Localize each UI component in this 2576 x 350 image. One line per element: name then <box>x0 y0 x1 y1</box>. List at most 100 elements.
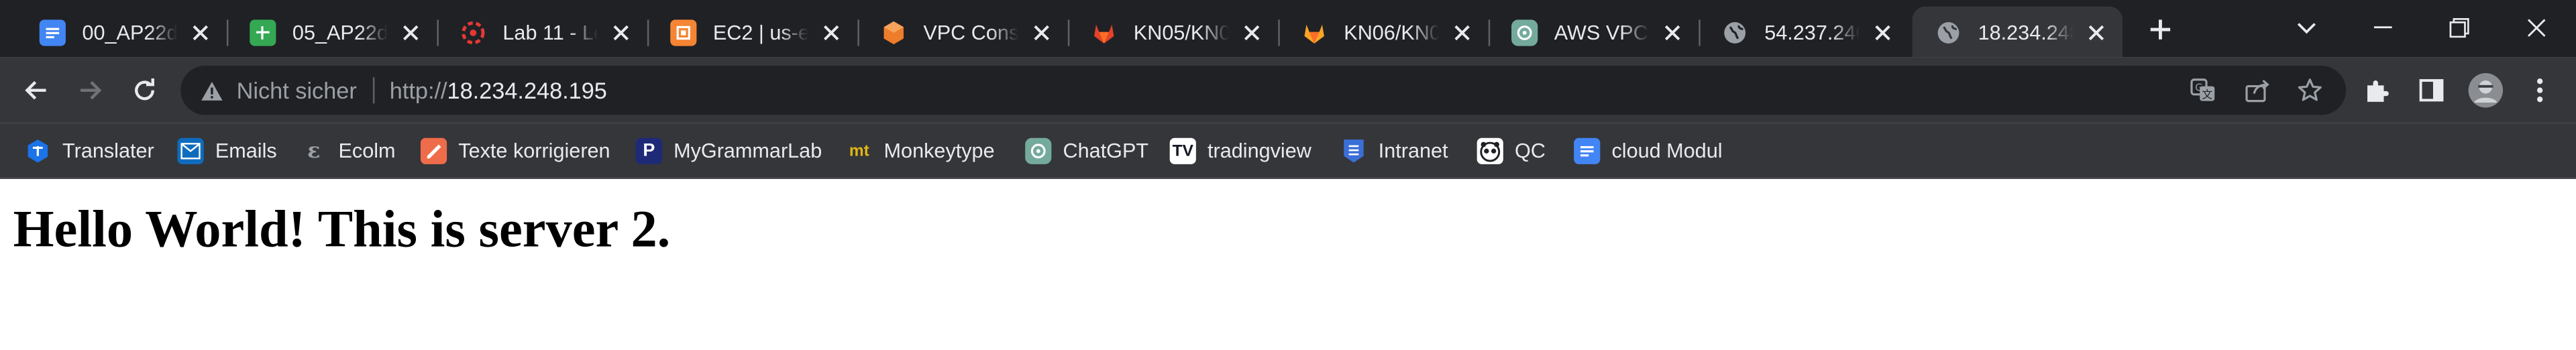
reload-icon <box>135 78 154 101</box>
text-correct-icon <box>420 137 447 164</box>
bookmark-chatgpt[interactable]: ChatGPT <box>1025 136 1148 166</box>
close-icon <box>2527 19 2546 37</box>
tab-title: KN05/KN0 <box>1133 20 1229 44</box>
tab[interactable]: Lab 11 - Lo <box>437 7 647 58</box>
tab-close-icon[interactable] <box>1028 19 1055 45</box>
globe-icon <box>1935 19 1962 45</box>
gitlab-icon <box>1091 19 1117 45</box>
tab-separator <box>647 19 649 46</box>
minimize-button[interactable] <box>2359 8 2406 48</box>
tab-close-icon[interactable] <box>818 19 845 45</box>
reload-button[interactable] <box>123 69 166 112</box>
bookmark-texte-korrigieren[interactable]: Texte korrigieren <box>420 136 610 166</box>
tab[interactable]: 05_AP22d_ <box>226 7 437 58</box>
tab[interactable]: EC2 | us-ea <box>647 7 857 58</box>
monkeytype-icon: mt <box>849 141 869 160</box>
bookmark-mygrammarlab[interactable]: P MyGrammarLab <box>635 136 822 166</box>
tab-title: 05_AP22d_ <box>292 20 388 44</box>
tab[interactable]: VPC Conso <box>857 7 1067 58</box>
tab[interactable]: KN06/KN0 <box>1278 7 1488 58</box>
url-host: 18.234.248.195 <box>447 77 607 104</box>
svg-text:文: 文 <box>2202 88 2212 101</box>
bookmark-label: Translater <box>62 139 154 163</box>
bookmark-star-icon[interactable] <box>2295 76 2324 105</box>
address-bar[interactable]: Nicht sicher http:// 18.234.248.195 文G <box>180 65 2347 115</box>
bookmark-label: Texte korrigieren <box>458 139 610 163</box>
puzzle-icon <box>2367 80 2389 102</box>
tab-active[interactable]: 18.234.248 <box>1912 6 2123 58</box>
bookmark-intranet[interactable]: Intranet <box>1340 136 1448 166</box>
bookmark-translater[interactable]: Translater <box>25 136 154 166</box>
tab-title: AWS VPC R <box>1554 20 1650 44</box>
globe-icon <box>1722 19 1748 45</box>
bookmark-label: Monkeytype <box>883 139 995 163</box>
tab-close-icon[interactable] <box>1449 19 1475 45</box>
tab-title: VPC Conso <box>923 20 1019 44</box>
tab-close-icon[interactable] <box>608 19 634 45</box>
back-button[interactable] <box>15 69 58 112</box>
page-content: Hello World! This is server 2. <box>0 180 2576 350</box>
aws-vpc-icon <box>881 19 907 45</box>
profile-avatar[interactable] <box>2464 69 2507 112</box>
forward-button[interactable] <box>69 69 112 112</box>
side-panel-button[interactable] <box>2410 69 2453 112</box>
tab-close-icon[interactable] <box>1870 19 1896 45</box>
restore-button[interactable] <box>2436 8 2483 48</box>
tab-close-icon[interactable] <box>1239 19 1265 45</box>
tab-close-icon[interactable] <box>1659 19 1685 45</box>
bookmark-monkeytype[interactable]: mt Monkeytype <box>846 136 995 166</box>
tab-separator <box>226 19 229 46</box>
bookmark-ecolm[interactable]: ε Ecolm <box>301 136 395 166</box>
translate-icon <box>25 138 51 164</box>
close-window-button[interactable] <box>2514 8 2560 48</box>
chatgpt-icon <box>1511 19 1538 46</box>
page-heading: Hello World! This is server 2. <box>13 198 671 258</box>
extensions-button[interactable] <box>2356 69 2399 112</box>
tab-title: 18.234.248 <box>1978 20 2074 44</box>
bookmark-tradingview[interactable]: TV tradingview <box>1169 136 1311 166</box>
google-docs-icon <box>39 19 66 46</box>
tab-title: Lab 11 - Lo <box>502 20 598 44</box>
warning-icon[interactable] <box>201 79 223 102</box>
tab-close-icon[interactable] <box>2083 19 2109 45</box>
bookmark-label: Ecolm <box>338 139 396 163</box>
google-sheets-icon <box>250 19 276 46</box>
tab[interactable]: 54.237.240 <box>1699 7 1909 58</box>
minimize-icon <box>2373 26 2392 29</box>
tab-close-icon[interactable] <box>187 19 213 45</box>
intranet-icon <box>1340 138 1366 164</box>
toolbar: Nicht sicher http:// 18.234.248.195 文G <box>0 57 2576 123</box>
translate-page-icon[interactable]: 文G <box>2188 76 2218 105</box>
tab-search-button[interactable] <box>2284 8 2330 48</box>
tab[interactable]: 00_AP22d_ <box>16 7 226 58</box>
bookmark-label: Emails <box>215 139 277 163</box>
ecolm-icon: ε <box>307 138 321 164</box>
security-status-label[interactable]: Nicht sicher <box>237 77 357 103</box>
new-tab-button[interactable] <box>2142 11 2178 48</box>
tab[interactable]: AWS VPC R <box>1488 7 1699 58</box>
outlook-icon <box>177 137 204 164</box>
bookmark-qc[interactable]: QC <box>1477 136 1546 166</box>
avatar <box>2468 72 2504 108</box>
chevron-down-icon <box>2297 23 2316 34</box>
tab-close-icon[interactable] <box>398 19 424 45</box>
tab-separator <box>1699 19 1701 46</box>
google-docs-icon <box>1574 137 1601 164</box>
tab-separator <box>857 19 859 46</box>
bookmark-label: tradingview <box>1208 139 1311 163</box>
tab[interactable]: KN05/KN0 <box>1067 7 1278 58</box>
tab-separator <box>1488 19 1491 46</box>
aws-ec2-icon <box>670 19 697 46</box>
more-vert-icon <box>2536 78 2543 103</box>
lab-icon <box>460 19 486 45</box>
plus-icon <box>2150 19 2171 40</box>
tab-title: 54.237.240 <box>1764 20 1860 44</box>
url-scheme: http:// <box>389 77 447 104</box>
bookmark-emails[interactable]: Emails <box>177 136 277 166</box>
share-icon[interactable] <box>2243 76 2272 105</box>
tab-separator <box>1067 19 1070 46</box>
address-divider <box>373 77 375 104</box>
bookmark-cloud-modul[interactable]: cloud Modul <box>1574 136 1723 166</box>
gitlab-icon <box>1301 19 1328 45</box>
menu-button[interactable] <box>2518 69 2561 112</box>
